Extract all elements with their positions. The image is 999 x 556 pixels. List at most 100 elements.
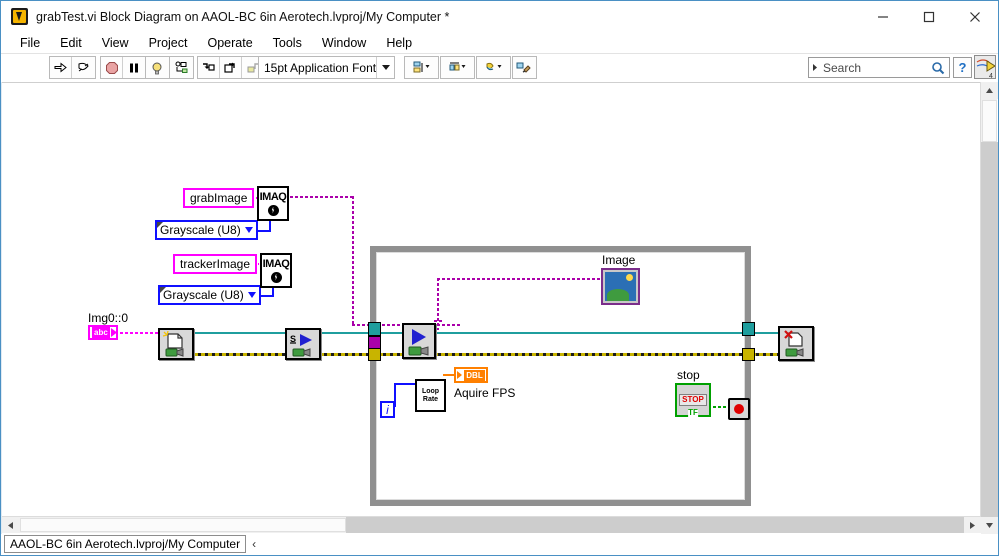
block-diagram-canvas[interactable]: grabImage Grayscale (U8) IMAQ trackerIma…: [2, 82, 981, 535]
horizontal-scroll-thumb[interactable]: [20, 518, 346, 532]
highlight-execution-bulb-icon[interactable]: [146, 57, 168, 78]
horizontal-scrollbar[interactable]: [2, 516, 981, 534]
loop-tunnel-session-in[interactable]: [368, 322, 381, 336]
wire-session-1: [194, 332, 285, 334]
menu-file[interactable]: File: [10, 34, 50, 52]
imaqdx-configure-grab-node[interactable]: S: [285, 328, 321, 360]
boolean-type-label: TF: [688, 408, 698, 417]
font-label: 15pt Application Font: [264, 60, 377, 75]
loop-iteration-terminal[interactable]: i: [380, 401, 395, 418]
step-into-button[interactable]: [198, 57, 220, 78]
wire-imaq1-out-v: [352, 196, 354, 326]
loop-stop-condition-terminal[interactable]: [728, 398, 750, 420]
toolbar: 15pt Application Font Search ? 4: [1, 54, 998, 81]
image-display-icon: [605, 272, 636, 301]
wire-session-5: [752, 332, 779, 334]
run-continuously-button[interactable]: [72, 57, 94, 78]
search-icon[interactable]: [927, 61, 949, 75]
imaq-badge-icon-2: [270, 271, 282, 283]
imaqdx-grab-node[interactable]: [402, 323, 436, 359]
wire-imaq1-out-h: [290, 196, 354, 198]
scroll-down-button[interactable]: [981, 517, 998, 534]
imaq-create-node-1[interactable]: IMAQ: [257, 186, 289, 221]
resize-objects-button[interactable]: [477, 57, 510, 78]
stop-boolean-control[interactable]: STOP TF: [675, 383, 711, 417]
enum-chevron-down-icon-2[interactable]: [247, 292, 256, 298]
search-dropdown-icon[interactable]: [809, 63, 821, 72]
loop-rate-subvi[interactable]: Loop Rate: [415, 379, 446, 412]
loop-tunnel-error-out[interactable]: [742, 348, 755, 361]
vertical-scroll-thumb[interactable]: [982, 100, 997, 142]
horizontal-scroll-track[interactable]: [346, 517, 964, 534]
title-bar: grabTest.vi Block Diagram on AAOL-BC 6in…: [1, 1, 998, 32]
wire-cameraname: [120, 332, 158, 334]
menu-bar: File Edit View Project Operate Tools Win…: [1, 32, 998, 53]
imaq-create-node-2[interactable]: IMAQ: [260, 253, 292, 288]
menu-tools[interactable]: Tools: [263, 34, 312, 52]
imaq-create-label-1: IMAQ: [259, 190, 287, 203]
search-box[interactable]: Search: [808, 57, 950, 78]
enum-corner-fold-icon: [157, 222, 163, 228]
loop-rate-line-1: Loop: [421, 387, 440, 395]
dbl-type-glyph: DBL: [464, 369, 485, 381]
loop-rate-line-2: Rate: [422, 395, 439, 403]
vertical-scrollbar[interactable]: [980, 82, 998, 534]
status-bar: AAOL-BC 6in Aerotech.lvproj/My Computer …: [2, 533, 981, 554]
enum-corner-fold-icon-2: [160, 287, 166, 293]
imaqdx-close-camera-node[interactable]: [778, 326, 814, 361]
vertical-scroll-track[interactable]: [981, 142, 998, 517]
status-chevron-left-icon[interactable]: ‹: [252, 537, 256, 551]
retain-wire-values-button[interactable]: [170, 57, 192, 78]
wire-session-2: [320, 332, 370, 334]
scroll-right-button[interactable]: [964, 517, 981, 534]
imaqdx-open-camera-node[interactable]: [158, 328, 194, 360]
image-display-indicator[interactable]: [601, 268, 640, 305]
grayscale-enum-label-2: Grayscale (U8): [163, 288, 244, 302]
project-path-label: AAOL-BC 6in Aerotech.lvproj/My Computer: [4, 534, 247, 553]
clean-up-diagram-button[interactable]: [513, 57, 535, 78]
enum-chevron-down-icon[interactable]: [244, 227, 253, 233]
wire-error-1: [194, 353, 285, 356]
imaq-badge-icon-1: [267, 204, 279, 216]
fps-dbl-indicator[interactable]: DBL: [454, 367, 488, 383]
camera-name-label: Img0::0: [88, 311, 129, 325]
svg-text:4: 4: [989, 73, 993, 79]
labview-vi-icon: [11, 8, 28, 25]
step-over-button[interactable]: [220, 57, 242, 78]
grab-image-string-constant[interactable]: grabImage: [183, 188, 255, 208]
loop-tunnel-session-out[interactable]: [742, 322, 755, 336]
maximize-button[interactable]: [906, 1, 952, 32]
menu-project[interactable]: Project: [139, 34, 198, 52]
abort-execution-button[interactable]: [101, 57, 123, 78]
fps-indicator-label: Aquire FPS: [454, 386, 516, 400]
help-button[interactable]: ?: [953, 57, 972, 78]
camera-name-string-constant[interactable]: abc: [88, 325, 118, 340]
align-objects-button[interactable]: [405, 57, 438, 78]
menu-view[interactable]: View: [92, 34, 139, 52]
abc-glyph-icon: abc: [92, 327, 110, 338]
distribute-objects-button[interactable]: [441, 57, 474, 78]
scroll-up-button[interactable]: [981, 82, 998, 99]
search-input[interactable]: Search: [821, 61, 927, 75]
image-indicator-label: Image: [602, 253, 636, 267]
loop-tunnel-error-in[interactable]: [368, 348, 381, 361]
grayscale-enum-constant-2[interactable]: Grayscale (U8): [158, 285, 261, 305]
imaq-create-label-2: IMAQ: [262, 257, 290, 270]
tracker-image-string-constant[interactable]: trackerImage: [173, 254, 258, 274]
menu-help[interactable]: Help: [376, 34, 422, 52]
window-controls: [860, 1, 998, 32]
close-button[interactable]: [952, 1, 998, 32]
grayscale-enum-label-1: Grayscale (U8): [160, 223, 241, 237]
menu-operate[interactable]: Operate: [197, 34, 262, 52]
menu-window[interactable]: Window: [312, 34, 376, 52]
context-help-icon[interactable]: 4: [974, 55, 996, 79]
font-dropdown-chevron-down-icon[interactable]: [376, 57, 394, 78]
pause-button[interactable]: [123, 57, 145, 78]
iteration-terminal-label: i: [386, 402, 389, 417]
minimize-button[interactable]: [860, 1, 906, 32]
scroll-left-button[interactable]: [2, 517, 19, 534]
font-selector[interactable]: 15pt Application Font: [258, 56, 395, 79]
grayscale-enum-constant-1[interactable]: Grayscale (U8): [155, 220, 258, 240]
menu-edit[interactable]: Edit: [50, 34, 92, 52]
run-button[interactable]: [50, 57, 72, 78]
